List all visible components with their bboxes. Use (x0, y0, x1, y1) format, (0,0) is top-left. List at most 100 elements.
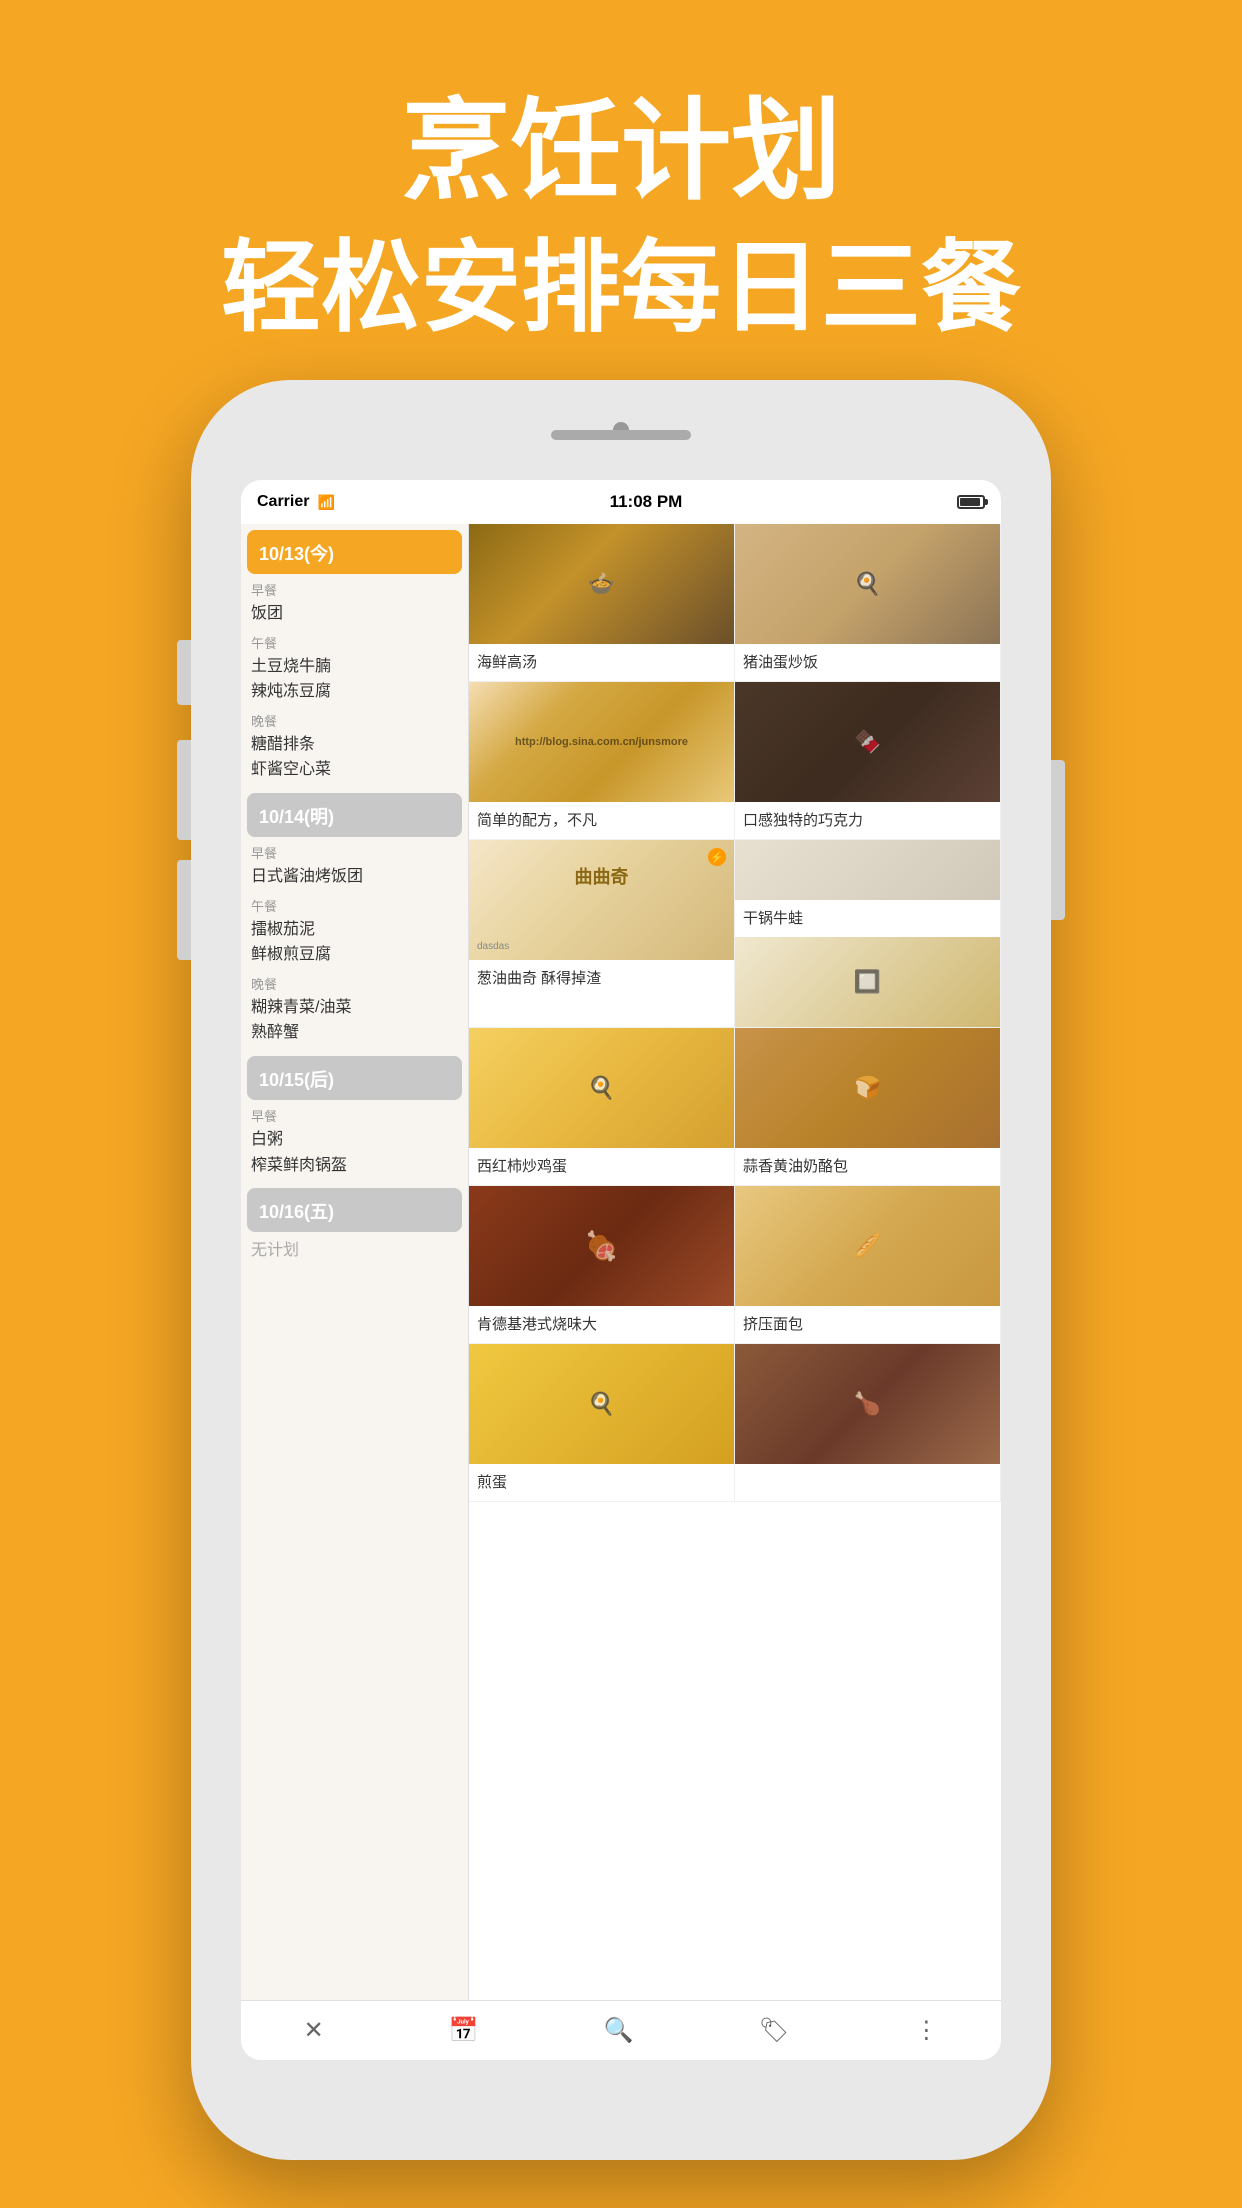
recipe-image-3: 🍫 (735, 682, 1000, 802)
recipe-name-10: 煎蛋 (469, 1464, 734, 1501)
meal-group-2: 早餐 白粥 榨菜鲜肉锅盔 (241, 1106, 468, 1182)
food-emoji-6: 🍳 (588, 1075, 615, 1101)
recipe-cell-7[interactable]: 🍞 蒜香黄油奶酪包 (735, 1028, 1001, 1186)
tag-icon: 🏷 (759, 2016, 789, 2045)
food-emoji-11: 🍗 (854, 1391, 881, 1417)
meal-item[interactable]: 榨菜鲜肉锅盔 (251, 1153, 458, 1179)
recipe-name-3: 口感独特的巧克力 (735, 802, 1000, 839)
recipe-image-1: 🍳 (735, 524, 1000, 644)
day-header-1[interactable]: 10/14(明) (247, 793, 462, 837)
recipe-cell-2[interactable]: http://blog.sina.com.cn/junsmore 简单的配方，不… (469, 682, 735, 840)
meal-item[interactable]: 鲜椒煎豆腐 (251, 942, 458, 968)
recipe-name-8: 肯德基港式烧味大 (469, 1306, 734, 1343)
recipe-name-9: 挤压面包 (735, 1306, 1000, 1343)
recipe-image-9: 🥖 (735, 1186, 1000, 1306)
right-panel[interactable]: 🍲 海鲜高汤 🍳 猪油蛋炒饭 (469, 524, 1001, 2000)
nav-search-button[interactable]: 🔍 (584, 2006, 654, 2055)
recipe-name-1: 猪油蛋炒饭 (735, 644, 1000, 681)
meal-item[interactable]: 擂椒茄泥 (251, 917, 458, 943)
recipe-name-2: 简单的配方，不凡 (469, 802, 734, 839)
battery-icon (957, 495, 985, 509)
recipe-name-11 (735, 1464, 1000, 1480)
recipe-image-6: 🍳 (469, 1028, 734, 1148)
recipe-name-4: 葱油曲奇 酥得掉渣 (469, 960, 734, 997)
day-section-3: 10/16(五) 无计划 (241, 1188, 468, 1268)
recipe-name-7: 蒜香黄油奶酪包 (735, 1148, 1000, 1185)
meal-item[interactable]: 日式酱油烤饭团 (251, 864, 458, 890)
meal-type-label: 早餐 (251, 1106, 458, 1125)
recipe-image-5b: 🔲 (735, 937, 1000, 1027)
phone-wrapper: Carrier 📶 11:08 PM 10/13(今) 早餐 (191, 380, 1051, 2160)
recipe-cell-6[interactable]: 🍳 西红柿炒鸡蛋 (469, 1028, 735, 1186)
search-icon: 🔍 (604, 2016, 634, 2045)
food-emoji-3: 🍫 (854, 729, 881, 755)
status-left: Carrier 📶 (257, 493, 335, 511)
left-panel[interactable]: 10/13(今) 早餐 饭团 午餐 土豆烧牛腩 辣炖冻豆腐 晚餐 糖醋排条 虾酱… (241, 524, 469, 2000)
recipe-image-4: 曲曲奇 dasdas ⚡ (469, 840, 734, 960)
recipe-image-10: 🍳 (469, 1344, 734, 1464)
recipe-image-2: http://blog.sina.com.cn/junsmore (469, 682, 734, 802)
recipe-cell-0[interactable]: 🍲 海鲜高汤 (469, 524, 735, 682)
volume-up-button[interactable] (177, 740, 191, 840)
status-bar: Carrier 📶 11:08 PM (241, 480, 1001, 524)
more-icon: ⋮ (914, 2016, 938, 2045)
recipe-cell-9[interactable]: 🥖 挤压面包 (735, 1186, 1001, 1344)
food-emoji-8: 🍖 (584, 1230, 619, 1263)
day-header-today[interactable]: 10/13(今) (247, 530, 462, 574)
calendar-icon: 📅 (449, 2016, 479, 2045)
recipe-cell-1[interactable]: 🍳 猪油蛋炒饭 (735, 524, 1001, 682)
day-section-2: 10/15(后) 早餐 白粥 榨菜鲜肉锅盔 (241, 1056, 468, 1182)
food-emoji-9: 🥖 (854, 1233, 881, 1259)
recipe-image-11: 🍗 (735, 1344, 1000, 1464)
recipe-cell-4[interactable]: 曲曲奇 dasdas ⚡ 葱油曲奇 酥得掉渣 (469, 840, 735, 1028)
carrier-label: Carrier (257, 493, 309, 511)
header-title-line1: 烹饪计划 (0, 80, 1242, 223)
nav-calendar-button[interactable]: 📅 (429, 2006, 499, 2055)
power-button[interactable] (1051, 760, 1065, 920)
meal-group-0-0: 早餐 饭团 午餐 土豆烧牛腩 辣炖冻豆腐 晚餐 糖醋排条 虾酱空心菜 (241, 580, 468, 787)
meal-item: 无计划 (251, 1238, 458, 1264)
meal-item[interactable]: 糊辣青菜/油菜 (251, 995, 458, 1021)
speaker (551, 430, 691, 440)
screen-content: 10/13(今) 早餐 饭团 午餐 土豆烧牛腩 辣炖冻豆腐 晚餐 糖醋排条 虾酱… (241, 524, 1001, 2000)
recipe-name-0: 海鲜高汤 (469, 644, 734, 681)
volume-down-button[interactable] (177, 860, 191, 960)
recipe-cell-8[interactable]: 🍖 肯德基港式烧味大 (469, 1186, 735, 1344)
meal-item[interactable]: 白粥 (251, 1127, 458, 1153)
meal-type-label: 午餐 (251, 633, 458, 652)
meal-item[interactable]: 熟醉蟹 (251, 1020, 458, 1046)
header-section: 烹饪计划 轻松安排每日三餐 (0, 0, 1242, 403)
nav-close-button[interactable]: ✕ (284, 2006, 344, 2055)
meal-item[interactable]: 虾酱空心菜 (251, 757, 458, 783)
food-emoji-10: 🍳 (588, 1391, 615, 1417)
meal-item[interactable]: 饭团 (251, 601, 458, 627)
recipe-image-7: 🍞 (735, 1028, 1000, 1148)
recipe-cell-5[interactable]: 干锅牛蛙 🔲 (735, 840, 1001, 1028)
wifi-icon: 📶 (317, 494, 334, 511)
header-title-line2: 轻松安排每日三餐 (0, 223, 1242, 353)
bottom-nav: ✕ 📅 🔍 🏷 ⋮ (241, 2000, 1001, 2060)
meal-type-label: 早餐 (251, 843, 458, 862)
close-icon: ✕ (304, 2016, 324, 2045)
recipe-image-0: 🍲 (469, 524, 734, 644)
food-emoji-7: 🍞 (854, 1075, 881, 1101)
nav-more-button[interactable]: ⋮ (894, 2006, 958, 2055)
mute-button[interactable] (177, 640, 191, 705)
meal-group-3: 无计划 (241, 1238, 468, 1268)
status-time: 11:08 PM (610, 492, 683, 512)
recipe-grid: 🍲 海鲜高汤 🍳 猪油蛋炒饭 (469, 524, 1001, 1502)
meal-item[interactable]: 糖醋排条 (251, 732, 458, 758)
recipe-cell-11[interactable]: 🍗 (735, 1344, 1001, 1502)
food-emoji-1: 🍳 (854, 571, 881, 597)
recipe-image-5 (735, 840, 1000, 900)
recipe-cell-3[interactable]: 🍫 口感独特的巧克力 (735, 682, 1001, 840)
food-emoji-0: 🍲 (588, 571, 615, 597)
meal-item[interactable]: 土豆烧牛腩 (251, 654, 458, 680)
recipe-cell-10[interactable]: 🍳 煎蛋 (469, 1344, 735, 1502)
nav-tag-button[interactable]: 🏷 (739, 2006, 809, 2055)
meal-item[interactable]: 辣炖冻豆腐 (251, 679, 458, 705)
recipe-name-6: 西红柿炒鸡蛋 (469, 1148, 734, 1185)
day-header-2[interactable]: 10/15(后) (247, 1056, 462, 1100)
status-right (957, 495, 985, 509)
day-header-3[interactable]: 10/16(五) (247, 1188, 462, 1232)
